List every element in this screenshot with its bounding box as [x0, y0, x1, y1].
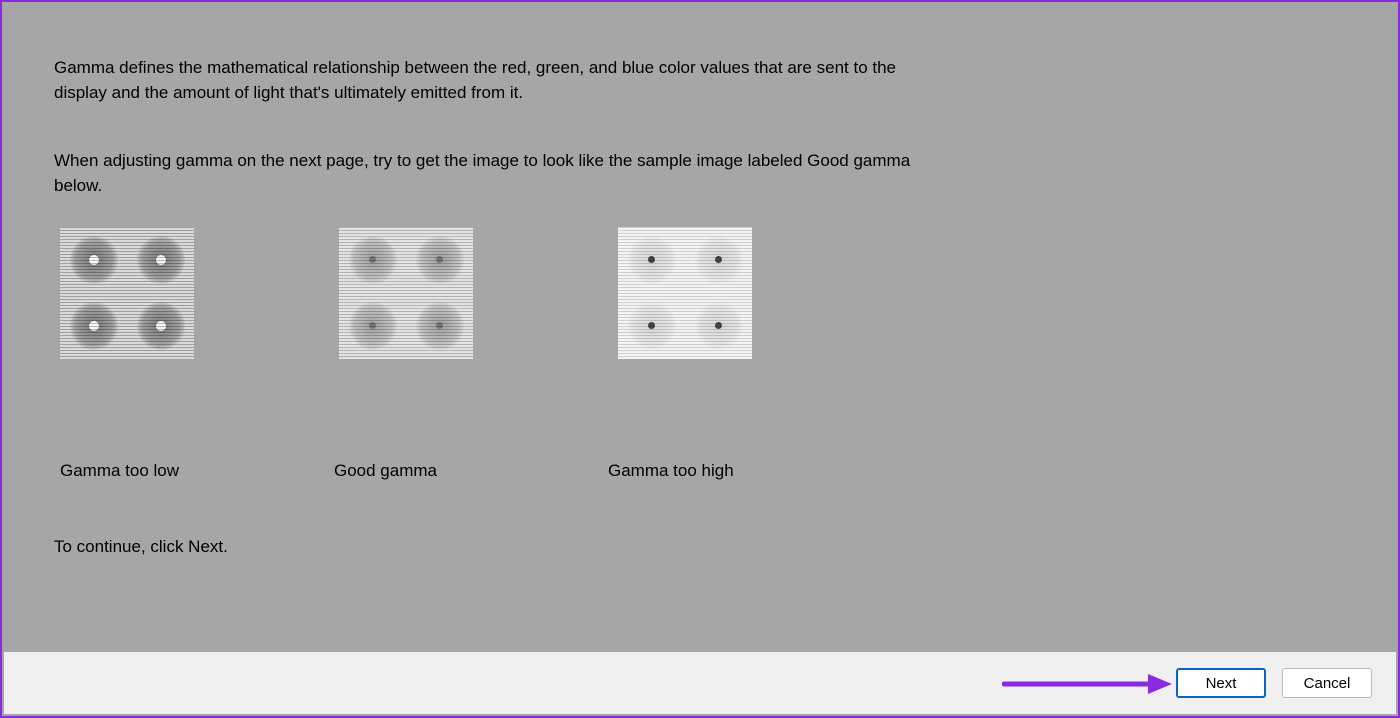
gamma-swatch-low [60, 227, 194, 359]
label-gamma-high: Gamma too high [608, 459, 742, 484]
continue-hint: To continue, click Next. [54, 535, 1346, 560]
wizard-footer: Next Cancel [4, 652, 1396, 714]
label-gamma-good: Good gamma [334, 459, 468, 484]
gamma-samples-row [60, 227, 1346, 359]
gamma-instruction: When adjusting gamma on the next page, t… [54, 149, 934, 198]
wizard-window: Gamma defines the mathematical relations… [0, 0, 1400, 718]
next-button[interactable]: Next [1176, 668, 1266, 698]
wizard-content: Gamma defines the mathematical relations… [2, 2, 1398, 560]
gamma-sample-good [339, 227, 473, 359]
gamma-swatch-good [339, 227, 473, 359]
gamma-sample-high [618, 227, 752, 359]
gamma-sample-low [60, 227, 194, 359]
gamma-swatch-high [618, 227, 752, 359]
label-gamma-low: Gamma too low [60, 459, 194, 484]
cancel-button[interactable]: Cancel [1282, 668, 1372, 698]
gamma-description: Gamma defines the mathematical relations… [54, 56, 914, 105]
gamma-sample-labels: Gamma too low Good gamma Gamma too high [60, 459, 1346, 484]
